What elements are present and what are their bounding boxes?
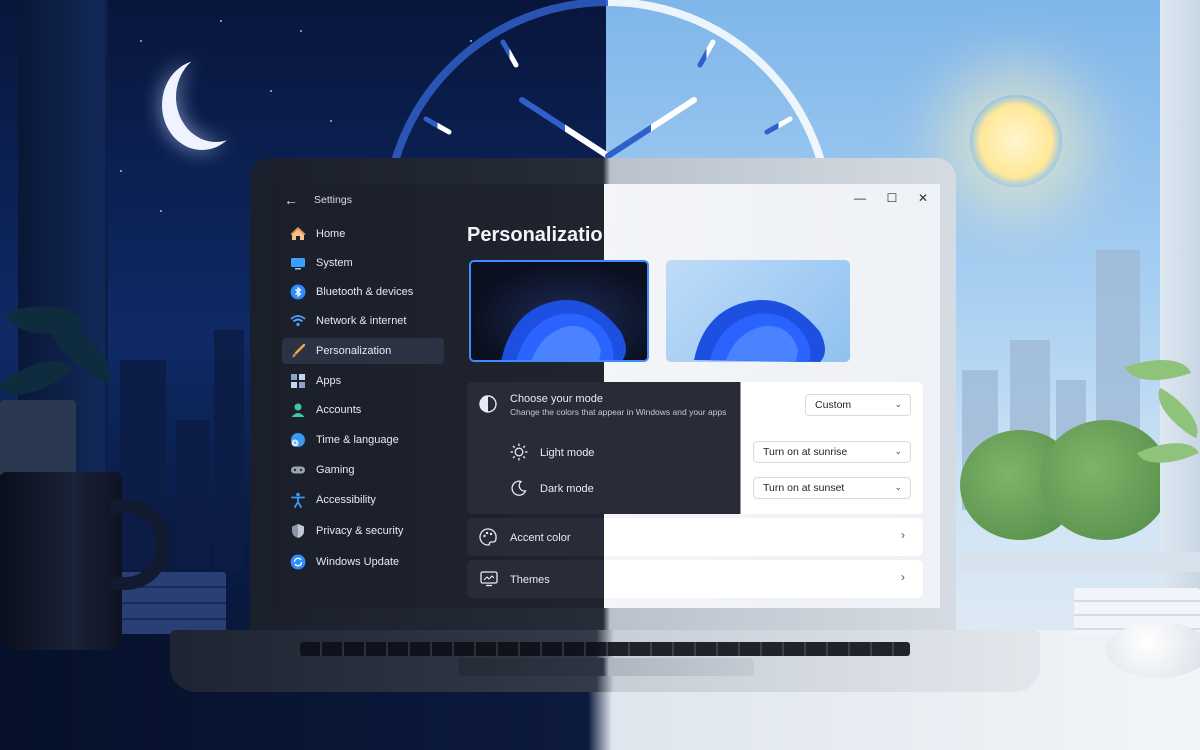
star (330, 120, 332, 122)
building (176, 420, 210, 570)
sidebar-item-label: Personalization (316, 345, 392, 357)
sidebar-item-home[interactable]: Home (282, 221, 444, 247)
back-arrow-icon[interactable]: ← (284, 192, 298, 208)
keyboard (300, 642, 910, 656)
computer-mouse (1106, 622, 1200, 678)
star (160, 210, 162, 212)
close-button[interactable]: ✕ (913, 191, 933, 209)
sidebar-item-network[interactable]: Network & internet (282, 308, 444, 334)
chevron-right-icon: › (901, 570, 905, 584)
accessibility-icon (290, 492, 306, 508)
page-title: Personalization (467, 224, 615, 246)
light-mode-dropdown-value: Turn on at sunrise (763, 446, 848, 458)
minimize-button[interactable]: — (850, 191, 870, 209)
dark-mode-label: Dark mode (540, 483, 594, 495)
trackpad (458, 658, 754, 676)
sidebar-item-label: Apps (316, 375, 342, 387)
window-frame (1160, 0, 1200, 600)
globe-clock-icon (290, 432, 306, 448)
sidebar-item-label: Accessibility (316, 494, 376, 506)
sidebar-item-label: System (316, 257, 353, 269)
mode-dropdown[interactable]: Custom ⌄ (805, 394, 911, 416)
sidebar-item-system[interactable]: System (282, 250, 444, 276)
light-mode-dropdown[interactable]: Turn on at sunrise ⌄ (753, 441, 911, 463)
chevron-down-icon: ⌄ (894, 399, 902, 409)
moon-icon (176, 52, 256, 142)
sidebar-item-accessibility[interactable]: Accessibility (282, 487, 444, 513)
themes-label: Themes (510, 574, 550, 586)
star (300, 30, 302, 32)
sidebar-item-label: Privacy & security (316, 525, 404, 537)
dark-mode-dropdown-value: Turn on at sunset (763, 482, 845, 494)
sidebar-item-label: Accounts (316, 404, 362, 416)
window-sill (960, 552, 1200, 572)
chevron-down-icon: ⌄ (894, 482, 902, 492)
mode-title: Choose your mode (510, 393, 603, 405)
sidebar-item-bluetooth[interactable]: Bluetooth & devices (282, 279, 444, 305)
light-mode-label: Light mode (540, 447, 595, 459)
brush-icon (290, 343, 306, 359)
wifi-icon (290, 313, 306, 329)
window-title: Settings (314, 194, 352, 206)
dark-mode-dropdown[interactable]: Turn on at sunset ⌄ (753, 477, 911, 499)
sidebar-item-apps[interactable]: Apps (282, 368, 444, 394)
sidebar-item-label: Time & language (316, 434, 399, 446)
palette-icon (479, 528, 497, 546)
sidebar-item-label: Windows Update (316, 556, 400, 568)
sidebar-item-label: Bluetooth & devices (316, 286, 414, 298)
accent-color-label: Accent color (510, 532, 571, 544)
sidebar-item-personalization[interactable]: Personalization (282, 338, 444, 364)
coffee-mug (0, 472, 122, 650)
account-icon (290, 402, 306, 418)
plant-pot (0, 400, 76, 478)
star (140, 40, 142, 42)
mode-dropdown-value: Custom (815, 399, 852, 411)
sidebar-item-gaming[interactable]: Gaming (282, 457, 444, 483)
bluetooth-icon (290, 284, 306, 300)
star (270, 90, 272, 92)
moon-icon (511, 480, 527, 496)
sidebar-item-label: Home (316, 228, 346, 240)
star (220, 20, 222, 22)
home-icon (290, 226, 306, 242)
chevron-right-icon: › (901, 528, 905, 542)
update-icon (290, 554, 306, 570)
title-bar: ← Settings — ☐ ✕ (268, 184, 940, 216)
sidebar-item-label: Network & internet (316, 315, 407, 327)
gamepad-icon (290, 462, 306, 478)
sidebar-item-windows-update[interactable]: Windows Update (282, 549, 444, 575)
mode-icon (478, 394, 498, 414)
maximize-button[interactable]: ☐ (882, 191, 902, 209)
shield-icon (290, 523, 306, 539)
sidebar-item-time-language[interactable]: Time & language (282, 427, 444, 453)
mode-subtitle: Change the colors that appear in Windows… (510, 407, 727, 417)
building (214, 330, 244, 570)
sun-icon (970, 95, 1062, 187)
tree (1040, 420, 1170, 540)
settings-window: ← Settings — ☐ ✕ Home System Bluetooth &… (268, 184, 940, 608)
bloom-wallpaper (694, 300, 825, 362)
system-icon (290, 255, 306, 271)
sidebar-item-privacy[interactable]: Privacy & security (282, 518, 444, 544)
dark-theme-preview[interactable] (469, 260, 649, 362)
sun-icon (510, 443, 528, 461)
light-theme-preview[interactable] (666, 260, 850, 362)
sidebar-item-label: Gaming (316, 464, 355, 476)
bloom-wallpaper (501, 300, 626, 360)
sidebar-item-accounts[interactable]: Accounts (282, 397, 444, 423)
star (120, 170, 122, 172)
chevron-down-icon: ⌄ (894, 446, 902, 456)
themes-icon (480, 571, 498, 587)
apps-icon (290, 373, 306, 389)
